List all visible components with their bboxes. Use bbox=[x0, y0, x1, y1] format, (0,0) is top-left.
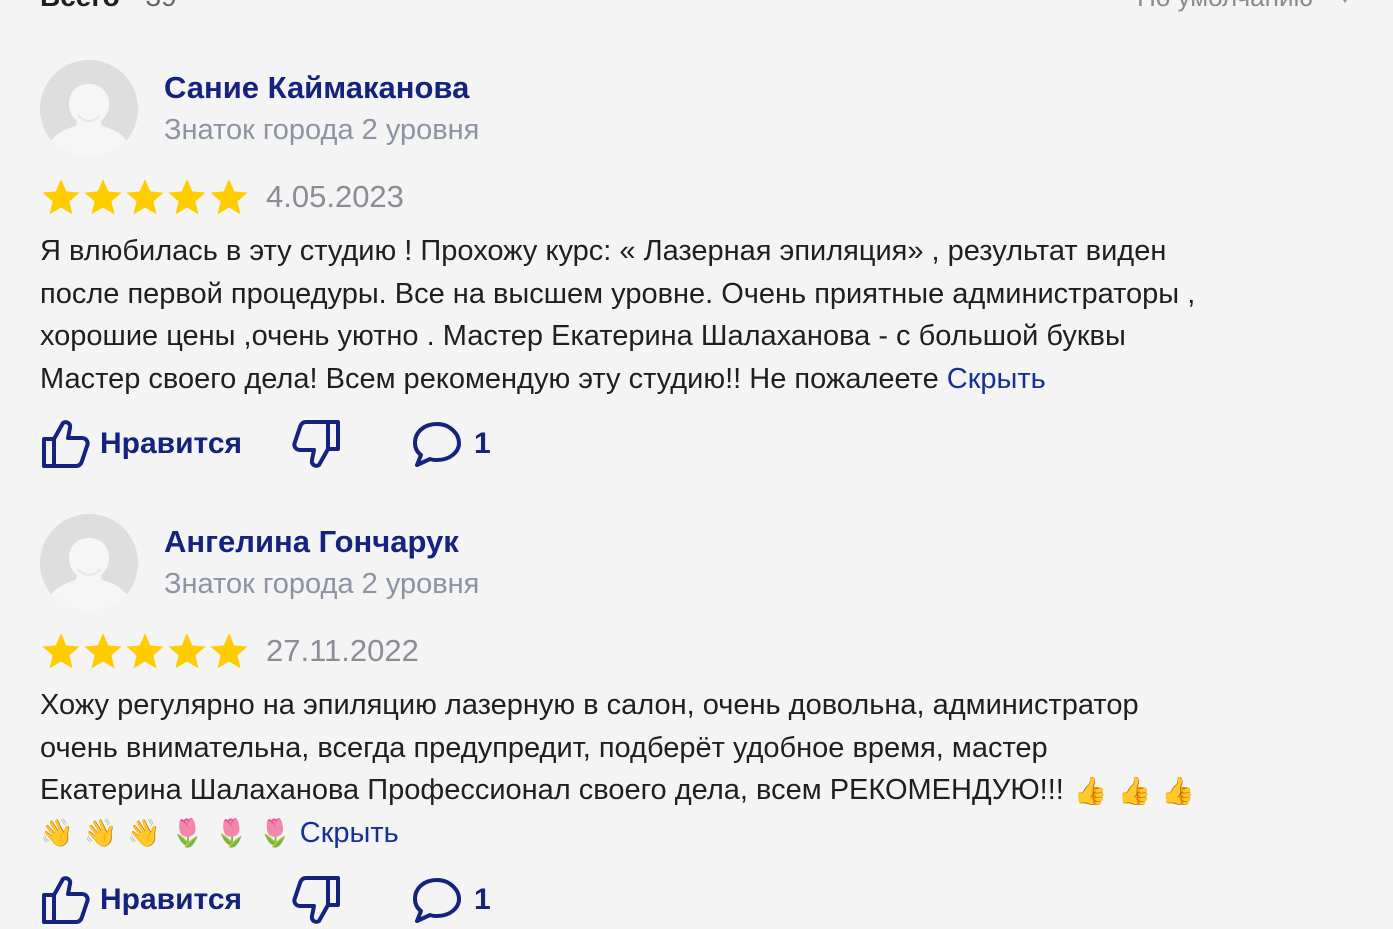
comments-button[interactable]: 1 bbox=[410, 417, 491, 471]
reviews-header: Всего 39 По умолчанию bbox=[40, 0, 1353, 12]
review-meta: 27.11.2022 bbox=[40, 628, 1350, 674]
thumbs-up-emoji: 👍 bbox=[1117, 775, 1152, 806]
author-level: Знаток города 2 уровня bbox=[164, 114, 480, 146]
thumb-up-icon bbox=[42, 876, 90, 924]
hide-text-link[interactable]: Скрыть bbox=[300, 817, 399, 849]
comment-icon bbox=[413, 422, 461, 467]
star-icon bbox=[84, 179, 122, 215]
review-text-line: очень внимательна, всегда предупредит, п… bbox=[40, 731, 1048, 764]
author-level: Знаток города 2 уровня bbox=[164, 568, 480, 600]
author-name[interactable]: Сание Каймаканова bbox=[164, 69, 479, 107]
reviews-total: Всего 39 bbox=[40, 0, 177, 13]
comment-icon bbox=[413, 878, 461, 923]
thumb-up-icon bbox=[42, 420, 90, 468]
comments-count: 1 bbox=[474, 883, 491, 916]
waving-hand-emoji: 👋 bbox=[83, 818, 118, 849]
rating-stars bbox=[40, 176, 250, 218]
review-date: 4.05.2023 bbox=[266, 179, 404, 214]
avatar-placeholder-icon[interactable] bbox=[40, 514, 138, 612]
star-icon bbox=[168, 179, 206, 215]
author-name[interactable]: Ангелина Гончарук bbox=[164, 523, 479, 561]
like-button[interactable]: Нравится bbox=[40, 873, 288, 927]
review-text-line: Хожу регулярно на эпиляцию лазерную в са… bbox=[40, 689, 1139, 721]
review-text-line: хорошие цены ,очень уютно . Мастер Екате… bbox=[40, 320, 1126, 352]
like-label: Нравится bbox=[100, 883, 243, 916]
waving-hand-emoji: 👋 bbox=[127, 818, 161, 849]
rating-stars bbox=[40, 630, 250, 672]
star-icon bbox=[210, 633, 248, 669]
review-actions: Нравится 1 bbox=[40, 416, 491, 472]
tulip-emoji: 🌷 bbox=[170, 818, 205, 849]
review-text-line: Екатерина Шалаханова Профессионал своего… bbox=[40, 774, 1064, 806]
review-meta: 4.05.2023 bbox=[40, 174, 1350, 220]
star-icon bbox=[168, 633, 206, 669]
comments-button[interactable]: 1 bbox=[410, 873, 491, 927]
reviews-page: Всего 39 По умолчанию Сание Каймаканова … bbox=[0, 0, 1393, 929]
thumbs-up-emoji: 👍 bbox=[1073, 775, 1108, 806]
review-actions: Нравится 1 bbox=[40, 872, 491, 928]
reviews-total-label: Всего bbox=[40, 0, 120, 12]
thumb-down-icon bbox=[292, 420, 340, 468]
star-icon bbox=[42, 633, 80, 669]
review-author: Сание Каймаканова Знаток города 2 уровня bbox=[40, 60, 1350, 160]
star-icon bbox=[210, 179, 248, 215]
review-card: Ангелина Гончарук Знаток города 2 уровня… bbox=[40, 514, 1350, 924]
thumb-down-icon bbox=[292, 876, 340, 924]
reviews-total-count: 39 bbox=[146, 0, 177, 12]
dislike-button[interactable] bbox=[288, 417, 410, 471]
review-author: Ангелина Гончарук Знаток города 2 уровня bbox=[40, 514, 1350, 614]
star-icon bbox=[126, 179, 164, 215]
tulip-emoji: 🌷 bbox=[214, 818, 249, 849]
tulip-emoji: 🌷 bbox=[258, 818, 292, 849]
avatar-placeholder-icon[interactable] bbox=[40, 60, 138, 158]
dislike-button[interactable] bbox=[288, 873, 410, 927]
review-text: Я влюбилась в эту студию ! Прохожу курс:… bbox=[40, 230, 1350, 400]
star-icon bbox=[126, 633, 164, 669]
sort-label: По умолчанию bbox=[1137, 0, 1313, 13]
sort-dropdown[interactable]: По умолчанию bbox=[1137, 0, 1353, 13]
hide-text-link[interactable]: Скрыть bbox=[947, 363, 1046, 395]
chevron-down-icon bbox=[1337, 0, 1353, 3]
review-text-line: Я влюбилась в эту студию ! Прохожу курс:… bbox=[40, 235, 1167, 267]
star-icon bbox=[42, 179, 80, 215]
waving-hand-emoji: 👋 bbox=[40, 818, 74, 849]
comments-count: 1 bbox=[474, 427, 491, 460]
thumbs-up-emoji: 👍 bbox=[1161, 775, 1195, 806]
review-date: 27.11.2022 bbox=[266, 633, 419, 668]
review-text-line: Мастер своего дела! Всем рекомендую эту … bbox=[40, 362, 939, 395]
like-button[interactable]: Нравится bbox=[40, 417, 288, 471]
review-text: Хожу регулярно на эпиляцию лазерную в са… bbox=[40, 684, 1350, 854]
like-label: Нравится bbox=[100, 427, 243, 460]
review-text-line: после первой процедуры. Все на высшем ур… bbox=[40, 277, 1196, 310]
review-card: Сание Каймаканова Знаток города 2 уровня… bbox=[40, 60, 1350, 468]
star-icon bbox=[84, 633, 122, 669]
